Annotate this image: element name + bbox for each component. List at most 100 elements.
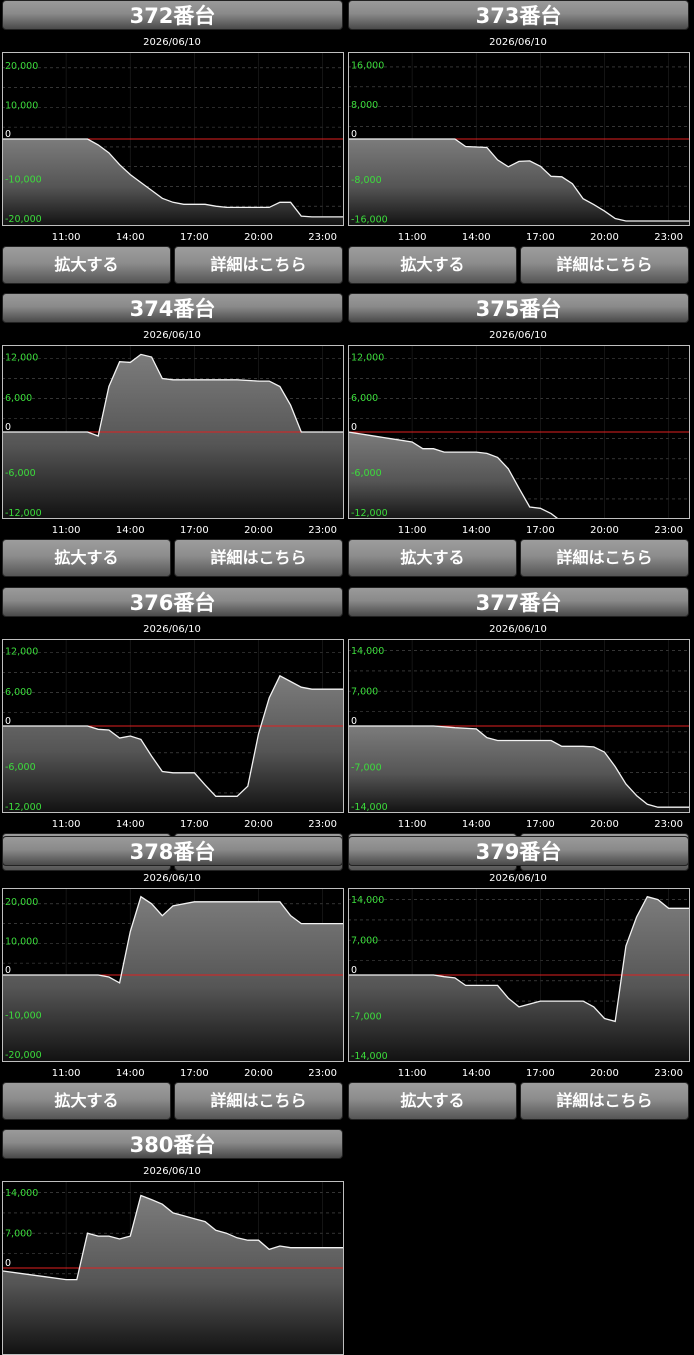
y-tick-label: 7,000 <box>351 686 378 697</box>
series-area <box>348 432 690 519</box>
chart-date: 2026/06/10 <box>346 330 690 341</box>
chart-svg: 14,000 7,000 0 <box>2 1181 344 1355</box>
x-tick-label: 17:00 <box>526 1068 555 1079</box>
machine-panel: 374番台2026/06/1012,0006,0000-6,000-12,000… <box>0 293 344 583</box>
x-axis-labels: 11:00 14:00 17:00 20:00 23:00 <box>2 525 344 537</box>
machine-panel: 380番台2026/06/1014,0007,0000 <box>0 1129 344 1301</box>
x-tick-label: 23:00 <box>654 1068 683 1079</box>
y-tick-label: 0 <box>5 129 11 140</box>
series-area <box>2 676 344 813</box>
chart-area: 16,0008,0000-8,000-16,000 <box>348 52 690 226</box>
x-tick-label: 11:00 <box>52 525 81 536</box>
x-tick-label: 17:00 <box>180 232 209 243</box>
x-tick-label: 23:00 <box>308 525 337 536</box>
y-tick-label: 12,000 <box>5 647 38 658</box>
y-tick-label: 6,000 <box>5 393 32 404</box>
y-tick-label: -12,000 <box>5 508 42 519</box>
chart-date: 2026/06/10 <box>346 624 690 635</box>
chart-svg: 14,0007,0000-7,000-14,000 <box>348 888 690 1062</box>
x-tick-label: 23:00 <box>308 819 337 830</box>
y-tick-label: 6,000 <box>351 393 378 404</box>
y-tick-label: 0 <box>5 965 11 976</box>
machine-panel: 375番台2026/06/1012,0006,0000-6,000-12,000… <box>346 293 690 583</box>
x-tick-label: 17:00 <box>180 1068 209 1079</box>
chart-date: 2026/06/10 <box>346 873 690 884</box>
x-tick-label: 14:00 <box>116 819 145 830</box>
y-tick-label: -14,000 <box>351 1051 388 1062</box>
detail-button[interactable]: 詳細はこちら <box>520 1082 689 1120</box>
chart-area: 12,0006,0000-6,000-12,000 <box>2 639 344 813</box>
button-row: 拡大する詳細はこちら <box>0 1082 344 1120</box>
y-tick-label: 0 <box>5 422 11 433</box>
machine-panel: 376番台 2026/06/10 12,0006,0000-6,000-12,000… <box>0 587 344 877</box>
chart-area: 14,000 7,000 0 <box>2 1181 344 1355</box>
y-tick-label: 0 <box>351 965 357 976</box>
x-tick-label: 20:00 <box>244 525 273 536</box>
detail-button[interactable]: 詳細はこちら <box>174 1082 343 1120</box>
x-tick-label: 14:00 <box>462 1068 491 1079</box>
zoom-button[interactable]: 拡大する <box>348 1082 517 1120</box>
x-axis-labels: 11:0014:0017:0020:0023:00 <box>348 1068 690 1080</box>
zoom-button[interactable]: 拡大する <box>2 246 171 284</box>
machine-title: 376番台 <box>2 587 343 617</box>
machine-title: 377番台 <box>348 587 689 617</box>
chart-date: 2026/06/10 <box>346 37 690 48</box>
y-tick-label: 20,000 <box>5 61 38 72</box>
series-area <box>2 897 344 1062</box>
zoom-button[interactable]: 拡大する <box>2 1082 171 1120</box>
x-tick-label: 23:00 <box>308 1068 337 1079</box>
chart-date: 2026/06/10 <box>0 624 344 635</box>
x-axis-labels: 11:0014:0017:0020:0023:00 <box>2 232 344 244</box>
x-tick-label: 17:00 <box>180 525 209 536</box>
y-tick-label: 0 <box>351 716 357 727</box>
machine-title: 374番台 <box>2 293 343 323</box>
x-tick-label: 20:00 <box>244 819 273 830</box>
zoom-button[interactable]: 拡大する <box>348 539 517 577</box>
machine-panel: 379番台2026/06/1014,0007,0000-7,000-14,000… <box>346 836 690 1126</box>
x-tick-label: 20:00 <box>244 1068 273 1079</box>
x-tick-label: 17:00 <box>526 232 555 243</box>
y-tick-label: 0 <box>351 129 357 140</box>
button-row: 拡大する詳細はこちら <box>346 246 690 284</box>
detail-button[interactable]: 詳細はこちら <box>520 246 689 284</box>
detail-button[interactable]: 詳細はこちら <box>174 246 343 284</box>
y-tick-label: -12,000 <box>351 508 388 519</box>
y-tick-label: 12,000 <box>5 353 38 364</box>
series-area <box>2 1196 344 1355</box>
x-tick-label: 14:00 <box>116 525 145 536</box>
x-tick-label: 11:00 <box>52 232 81 243</box>
x-tick-label: 14:00 <box>462 819 491 830</box>
x-tick-label: 20:00 <box>244 232 273 243</box>
x-tick-label: 11:00 <box>398 232 427 243</box>
y-tick-label: 0 <box>5 1258 11 1269</box>
series-area <box>348 726 690 813</box>
chart-svg: 16,0008,0000-8,000-16,000 <box>348 52 690 226</box>
chart-area: 20,00010,0000-10,000-20,000 <box>2 888 344 1062</box>
button-row: 拡大する詳細はこちら <box>0 246 344 284</box>
x-tick-label: 14:00 <box>462 232 491 243</box>
x-tick-label: 14:00 <box>462 525 491 536</box>
series-area <box>2 139 344 226</box>
y-tick-label: 7,000 <box>351 935 378 946</box>
chart-area: 14,0007,0000-7,000-14,000 <box>348 639 690 813</box>
x-axis-labels: 11:0014:0017:0020:0023:00 <box>348 232 690 244</box>
zoom-button[interactable]: 拡大する <box>2 539 171 577</box>
x-tick-label: 14:00 <box>116 1068 145 1079</box>
detail-button[interactable]: 詳細はこちら <box>520 539 689 577</box>
x-tick-label: 11:00 <box>398 819 427 830</box>
x-tick-label: 20:00 <box>590 232 619 243</box>
y-tick-label: -7,000 <box>351 763 382 774</box>
x-tick-label: 14:00 <box>116 232 145 243</box>
y-tick-label: 0 <box>5 716 11 727</box>
series-area <box>2 354 344 519</box>
y-tick-label: 7,000 <box>5 1228 32 1239</box>
chart-svg: 12,0006,0000-6,000-12,000 <box>2 345 344 519</box>
detail-button[interactable]: 詳細はこちら <box>174 539 343 577</box>
y-tick-label: 14,000 <box>5 1188 38 1199</box>
y-tick-label: 8,000 <box>351 100 378 111</box>
y-tick-label: -20,000 <box>5 1050 42 1061</box>
x-tick-label: 20:00 <box>590 819 619 830</box>
button-row: 拡大する詳細はこちら <box>346 1082 690 1120</box>
y-tick-label: -8,000 <box>351 175 382 186</box>
zoom-button[interactable]: 拡大する <box>348 246 517 284</box>
